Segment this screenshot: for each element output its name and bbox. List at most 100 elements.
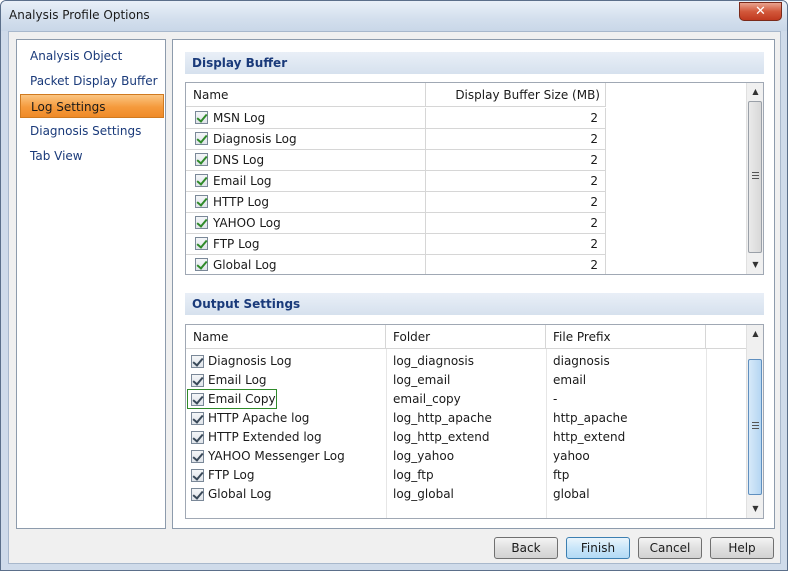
- folder-cell[interactable]: log_email: [393, 371, 546, 390]
- nav-item-log-settings[interactable]: Log Settings: [20, 94, 164, 118]
- table-row[interactable]: DNS Log 2: [186, 150, 606, 171]
- checkbox[interactable]: [191, 488, 204, 501]
- title-bar[interactable]: Analysis Profile Options ✕: [1, 1, 787, 31]
- checkbox[interactable]: [195, 216, 208, 229]
- nav-item-tab-view[interactable]: Tab View: [20, 144, 164, 168]
- table-row[interactable]: YAHOO Messenger Log log_yahoo yahoo: [186, 447, 746, 466]
- output-settings-scrollbar[interactable]: ▲ ▼: [746, 325, 763, 518]
- checkbox[interactable]: [195, 237, 208, 250]
- column-header-name[interactable]: Name: [186, 83, 426, 107]
- column-divider: [386, 349, 387, 518]
- help-button[interactable]: Help: [710, 537, 774, 559]
- size-cell[interactable]: 2: [426, 171, 606, 192]
- row-label: FTP Log: [213, 237, 260, 251]
- folder-cell[interactable]: log_http_apache: [393, 409, 546, 428]
- folder-cell[interactable]: log_global: [393, 485, 546, 504]
- column-header-name[interactable]: Name: [186, 325, 386, 349]
- dialog-client: Analysis Object Packet Display Buffer Lo…: [8, 31, 781, 564]
- checkbox[interactable]: [195, 174, 208, 187]
- prefix-cell[interactable]: diagnosis: [553, 352, 706, 371]
- name-cell: Email Log: [186, 371, 386, 390]
- grid-header: Name Folder File Prefix: [186, 325, 746, 349]
- checkbox[interactable]: [195, 258, 208, 271]
- table-row[interactable]: YAHOO Log 2: [186, 213, 606, 234]
- scroll-down-icon[interactable]: ▼: [748, 500, 763, 517]
- scroll-up-icon[interactable]: ▲: [748, 83, 763, 100]
- name-cell: FTP Log: [186, 466, 386, 485]
- table-row[interactable]: Email Copy email_copy -: [186, 389, 746, 409]
- checkbox[interactable]: [191, 431, 204, 444]
- prefix-cell[interactable]: http_apache: [553, 409, 706, 428]
- scroll-down-icon[interactable]: ▼: [748, 256, 763, 273]
- close-button[interactable]: ✕: [739, 2, 782, 21]
- folder-cell[interactable]: log_http_extend: [393, 428, 546, 447]
- checkbox[interactable]: [191, 469, 204, 482]
- checkbox[interactable]: [195, 153, 208, 166]
- table-row[interactable]: HTTP Extended log log_http_extend http_ext…: [186, 428, 746, 447]
- table-row[interactable]: HTTP Log 2: [186, 192, 606, 213]
- prefix-cell[interactable]: ftp: [553, 466, 706, 485]
- size-cell[interactable]: 2: [426, 108, 606, 129]
- prefix-cell[interactable]: email: [553, 371, 706, 390]
- checkbox[interactable]: [191, 450, 204, 463]
- size-cell[interactable]: 2: [426, 255, 606, 274]
- grid-header: Name Display Buffer Size (MB): [186, 83, 606, 107]
- table-row[interactable]: Global Log log_global global: [186, 485, 746, 504]
- output-settings-grid: Name Folder File Prefix Diagnosis Log log…: [185, 324, 764, 519]
- prefix-cell[interactable]: global: [553, 485, 706, 504]
- checkbox[interactable]: [191, 412, 204, 425]
- nav-item-diagnosis-settings[interactable]: Diagnosis Settings: [20, 119, 164, 143]
- folder-cell[interactable]: log_diagnosis: [393, 352, 546, 371]
- checkbox[interactable]: [195, 111, 208, 124]
- row-label: DNS Log: [213, 153, 265, 167]
- row-label: Email Log: [208, 373, 267, 387]
- size-cell[interactable]: 2: [426, 129, 606, 150]
- nav-item-packet-display-buffer[interactable]: Packet Display Buffer: [20, 69, 164, 93]
- name-cell: HTTP Apache log: [186, 409, 386, 428]
- size-cell[interactable]: 2: [426, 213, 606, 234]
- table-row[interactable]: Global Log 2: [186, 255, 606, 274]
- table-row[interactable]: Diagnosis Log log_diagnosis diagnosis: [186, 352, 746, 371]
- cancel-button[interactable]: Cancel: [638, 537, 702, 559]
- prefix-cell[interactable]: -: [553, 390, 706, 409]
- name-cell: HTTP Extended log: [186, 428, 386, 447]
- table-row[interactable]: Email Log 2: [186, 171, 606, 192]
- folder-cell[interactable]: log_yahoo: [393, 447, 546, 466]
- focus-rectangle: [187, 389, 277, 409]
- size-cell[interactable]: 2: [426, 150, 606, 171]
- scroll-up-icon[interactable]: ▲: [748, 325, 763, 342]
- folder-cell[interactable]: log_ftp: [393, 466, 546, 485]
- checkbox[interactable]: [195, 195, 208, 208]
- nav-item-analysis-object[interactable]: Analysis Object: [20, 44, 164, 68]
- table-row[interactable]: HTTP Apache log log_http_apache http_apach…: [186, 409, 746, 428]
- column-header-folder[interactable]: Folder: [386, 325, 546, 349]
- table-row[interactable]: FTP Log 2: [186, 234, 606, 255]
- name-cell: DNS Log: [186, 150, 426, 171]
- checkbox[interactable]: [195, 132, 208, 145]
- table-row[interactable]: Email Log log_email email: [186, 371, 746, 390]
- display-buffer-grid: Name Display Buffer Size (MB) MSN Log 2 Di…: [185, 82, 764, 275]
- display-buffer-scrollbar[interactable]: ▲ ▼: [746, 83, 763, 274]
- size-cell[interactable]: 2: [426, 234, 606, 255]
- output-settings-header: Output Settings: [185, 293, 764, 315]
- checkbox[interactable]: [191, 355, 204, 368]
- table-row[interactable]: Diagnosis Log 2: [186, 129, 606, 150]
- name-cell: YAHOO Log: [186, 213, 426, 234]
- back-button[interactable]: Back: [494, 537, 558, 559]
- nav-item-label: Tab View: [30, 149, 83, 163]
- column-header-size[interactable]: Display Buffer Size (MB): [426, 83, 606, 107]
- table-row[interactable]: MSN Log 2: [186, 108, 606, 129]
- checkbox[interactable]: [191, 374, 204, 387]
- finish-button[interactable]: Finish: [566, 537, 630, 559]
- scroll-thumb[interactable]: [748, 359, 762, 495]
- size-cell[interactable]: 2: [426, 192, 606, 213]
- folder-cell[interactable]: email_copy: [393, 390, 546, 409]
- prefix-cell[interactable]: http_extend: [553, 428, 706, 447]
- scroll-thumb[interactable]: [748, 101, 762, 253]
- close-icon: ✕: [755, 4, 766, 19]
- row-label: Diagnosis Log: [213, 132, 297, 146]
- window-title: Analysis Profile Options: [9, 8, 150, 22]
- column-header-prefix[interactable]: File Prefix: [546, 325, 706, 349]
- prefix-cell[interactable]: yahoo: [553, 447, 706, 466]
- table-row[interactable]: FTP Log log_ftp ftp: [186, 466, 746, 485]
